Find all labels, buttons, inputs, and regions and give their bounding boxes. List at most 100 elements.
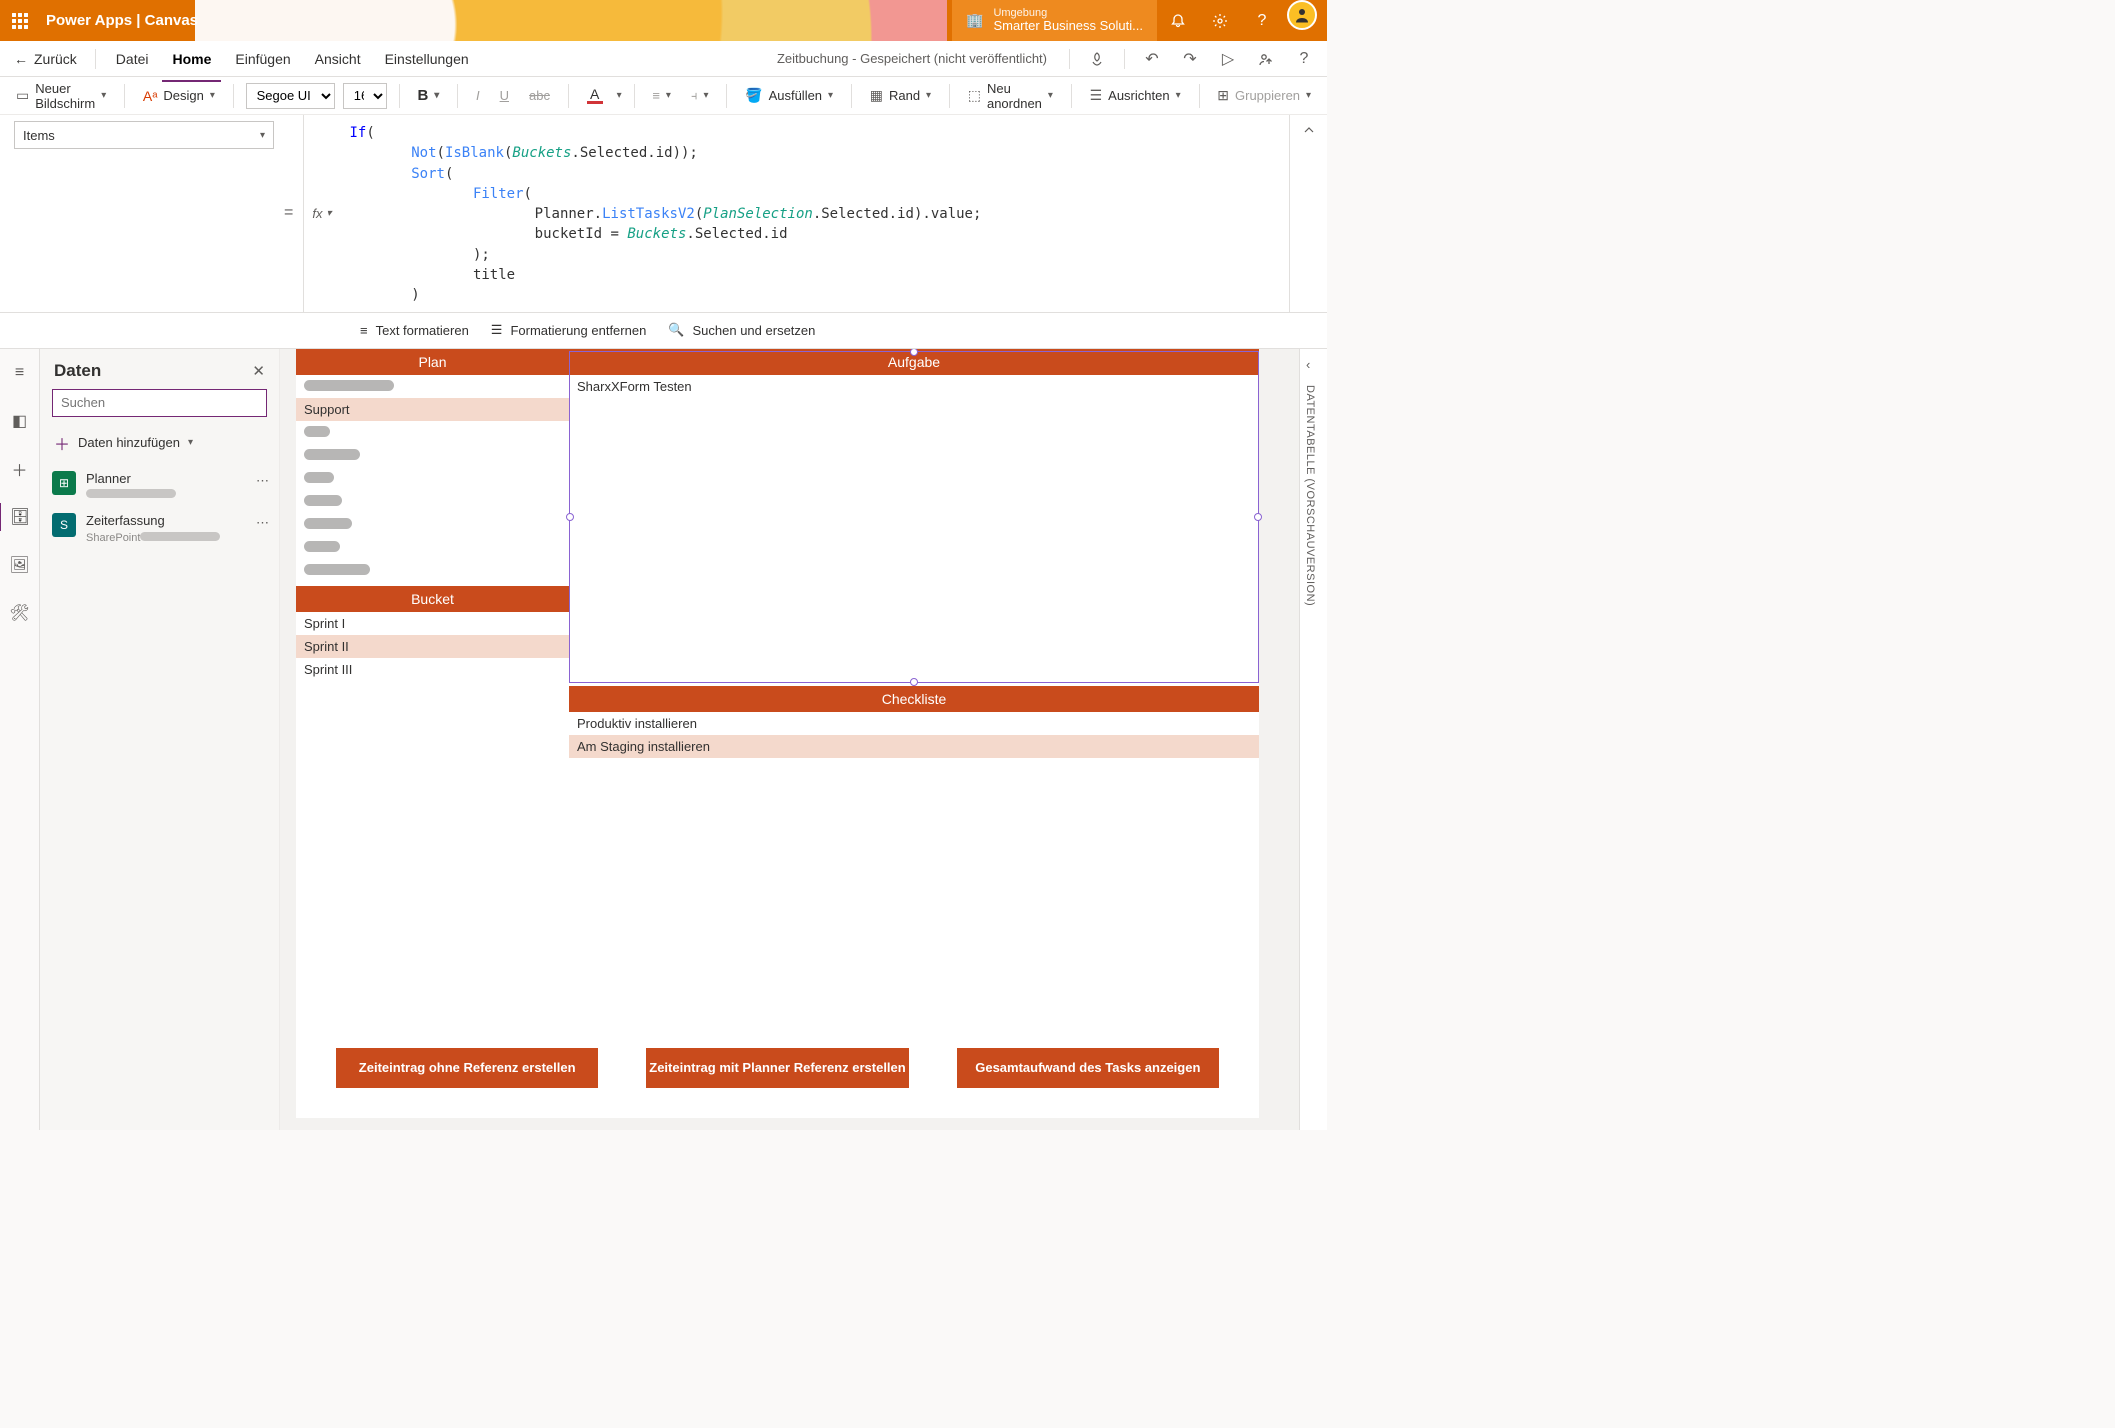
check-list[interactable]: Produktiv installierenAm Staging install… bbox=[569, 712, 1259, 758]
bucket-list[interactable]: Sprint ISprint IISprint III bbox=[296, 612, 569, 681]
list-item[interactable]: SharxXForm Testen bbox=[569, 375, 1259, 398]
format-ribbon: ▭ Neuer Bildschirm ▾ Aᵃ Design ▾ Segoe U… bbox=[0, 77, 1327, 115]
formula-editor[interactable]: If( Not(IsBlank(Buckets.Selected.id)); S… bbox=[340, 115, 1290, 312]
user-avatar[interactable] bbox=[1287, 0, 1317, 30]
arrange-icon: ⬚ bbox=[968, 87, 981, 104]
palette-icon: Aᵃ bbox=[143, 88, 158, 104]
new-screen-label: Neuer Bildschirm bbox=[35, 81, 95, 111]
insert-icon[interactable]: ◧ bbox=[0, 407, 40, 435]
list-item[interactable] bbox=[296, 559, 569, 582]
plus-icon[interactable]: ＋ bbox=[0, 455, 40, 483]
equals-sign: = bbox=[274, 115, 303, 312]
list-item[interactable]: Sprint II bbox=[296, 635, 569, 658]
back-button[interactable]: ← Zurück bbox=[6, 47, 85, 71]
data-source-item[interactable]: ⊞ Planner ⋯ bbox=[40, 465, 279, 508]
plan-list[interactable]: Support bbox=[296, 375, 569, 582]
border-button[interactable]: ▦ Rand ▾ bbox=[864, 83, 937, 108]
app-checker-icon[interactable] bbox=[1080, 51, 1114, 67]
fill-button[interactable]: 🪣 Ausfüllen ▾ bbox=[739, 83, 839, 108]
add-data-button[interactable]: ＋ Daten hinzufügen ▾ bbox=[40, 425, 279, 461]
italic-button[interactable]: I bbox=[470, 84, 486, 107]
selection-box bbox=[569, 351, 1259, 683]
arrange-button[interactable]: ⬚ Neu anordnen ▾ bbox=[962, 77, 1059, 115]
env-label: Umgebung bbox=[993, 7, 1143, 19]
task-header: Aufgabe bbox=[569, 349, 1259, 375]
share-icon[interactable] bbox=[1249, 51, 1283, 67]
align-button[interactable]: ☰ Ausrichten ▾ bbox=[1084, 83, 1187, 108]
btn-total-effort[interactable]: Gesamtaufwand des Tasks anzeigen bbox=[957, 1048, 1219, 1088]
chevron-down-icon[interactable]: ▾ bbox=[617, 90, 622, 101]
design-button[interactable]: Aᵃ Design ▾ bbox=[137, 84, 221, 108]
font-color-button[interactable]: A bbox=[581, 83, 609, 108]
help-icon[interactable]: ? bbox=[1241, 0, 1283, 41]
data-source-item[interactable]: S Zeiterfassung SharePoint ⋯ bbox=[40, 507, 279, 550]
datasource-icon: ⊞ bbox=[52, 471, 76, 495]
strike-button[interactable]: abc bbox=[523, 84, 556, 107]
list-item[interactable] bbox=[296, 375, 569, 398]
list-item[interactable]: Am Staging installieren bbox=[569, 735, 1259, 758]
product-title: Power Apps | Canvas bbox=[46, 12, 198, 29]
property-select[interactable]: Items ▾ bbox=[14, 121, 274, 149]
environment-selector[interactable]: 🏢 Umgebung Smarter Business Soluti... bbox=[952, 0, 1157, 41]
btn-planner-ref[interactable]: Zeiteintrag mit Planner Referenz erstell… bbox=[646, 1048, 908, 1088]
underline-button[interactable]: U bbox=[494, 84, 515, 107]
fx-button[interactable]: fx ▾ bbox=[303, 115, 339, 312]
valign-button[interactable]: ⫞ ▾ bbox=[685, 84, 715, 108]
chevron-left-icon[interactable]: ‹ bbox=[1306, 357, 1310, 372]
task-list[interactable]: SharxXForm Testen bbox=[569, 375, 1259, 398]
bold-button[interactable]: B ▾ bbox=[411, 83, 445, 108]
format-label: Text formatieren bbox=[376, 323, 469, 338]
btn-no-ref[interactable]: Zeiteintrag ohne Referenz erstellen bbox=[336, 1048, 598, 1088]
button-row: Zeiteintrag ohne Referenz erstellen Zeit… bbox=[336, 1048, 1219, 1088]
left-rail: ≡ ◧ ＋ 🗄 🖼 🛠 bbox=[0, 349, 40, 1130]
plus-icon: ＋ bbox=[54, 431, 70, 455]
media-icon[interactable]: 🖼 bbox=[0, 551, 40, 579]
redo-icon[interactable]: ↷ bbox=[1173, 49, 1207, 69]
waffle-menu[interactable] bbox=[0, 0, 40, 41]
properties-rail[interactable]: ‹ DATENTABELLE (VORSCHAUVERSION) bbox=[1299, 349, 1327, 1130]
list-item[interactable]: Sprint III bbox=[296, 658, 569, 681]
format-text-button[interactable]: ≡ Text formatieren bbox=[360, 323, 469, 338]
search-icon: 🔍 bbox=[668, 322, 684, 338]
tab-file[interactable]: Datei bbox=[106, 45, 159, 73]
data-icon[interactable]: 🗄 bbox=[0, 503, 39, 531]
more-icon[interactable]: ⋯ bbox=[256, 515, 269, 531]
play-icon[interactable]: ▷ bbox=[1211, 49, 1245, 69]
remove-format-button[interactable]: ☰ Formatierung entfernen bbox=[491, 322, 647, 338]
align-text-button[interactable]: ≡ ▾ bbox=[646, 84, 677, 107]
list-item[interactable] bbox=[296, 467, 569, 490]
checklist-header: Checkliste bbox=[569, 686, 1259, 712]
notifications-icon[interactable] bbox=[1157, 0, 1199, 41]
find-replace-button[interactable]: 🔍 Suchen und ersetzen bbox=[668, 322, 815, 338]
group-button[interactable]: ⊞ Gruppieren ▾ bbox=[1211, 83, 1317, 108]
search-input[interactable] bbox=[52, 389, 267, 417]
border-icon: ▦ bbox=[870, 87, 883, 104]
app-canvas[interactable]: Plan Support Bucket Sprint ISprint IISpr… bbox=[296, 349, 1259, 1118]
new-screen-button[interactable]: ▭ Neuer Bildschirm ▾ bbox=[10, 77, 112, 115]
font-select[interactable]: Segoe UI bbox=[246, 83, 335, 109]
arrow-left-icon: ← bbox=[14, 51, 28, 67]
settings-icon[interactable] bbox=[1199, 0, 1241, 41]
tab-view[interactable]: Ansicht bbox=[305, 45, 371, 73]
tools-icon[interactable]: 🛠 bbox=[0, 599, 40, 627]
formula-collapse[interactable] bbox=[1289, 115, 1327, 312]
list-item[interactable] bbox=[296, 536, 569, 559]
list-item[interactable] bbox=[296, 513, 569, 536]
font-size-select[interactable]: 16 bbox=[343, 83, 387, 109]
clear-icon: ☰ bbox=[491, 322, 503, 338]
tab-settings[interactable]: Einstellungen bbox=[375, 45, 479, 73]
panel-title: Daten bbox=[54, 361, 101, 381]
list-item[interactable]: Sprint I bbox=[296, 612, 569, 635]
list-item[interactable] bbox=[296, 490, 569, 513]
list-item[interactable] bbox=[296, 444, 569, 467]
help2-icon[interactable]: ? bbox=[1287, 50, 1321, 68]
tree-icon[interactable]: ≡ bbox=[0, 359, 40, 387]
undo-icon[interactable]: ↶ bbox=[1135, 49, 1169, 69]
list-item[interactable]: Produktiv installieren bbox=[569, 712, 1259, 735]
more-icon[interactable]: ⋯ bbox=[256, 473, 269, 489]
tab-home[interactable]: Home bbox=[162, 45, 221, 73]
list-item[interactable]: Support bbox=[296, 398, 569, 421]
list-item[interactable] bbox=[296, 421, 569, 444]
tab-insert[interactable]: Einfügen bbox=[225, 45, 300, 73]
close-icon[interactable]: ✕ bbox=[252, 362, 265, 380]
